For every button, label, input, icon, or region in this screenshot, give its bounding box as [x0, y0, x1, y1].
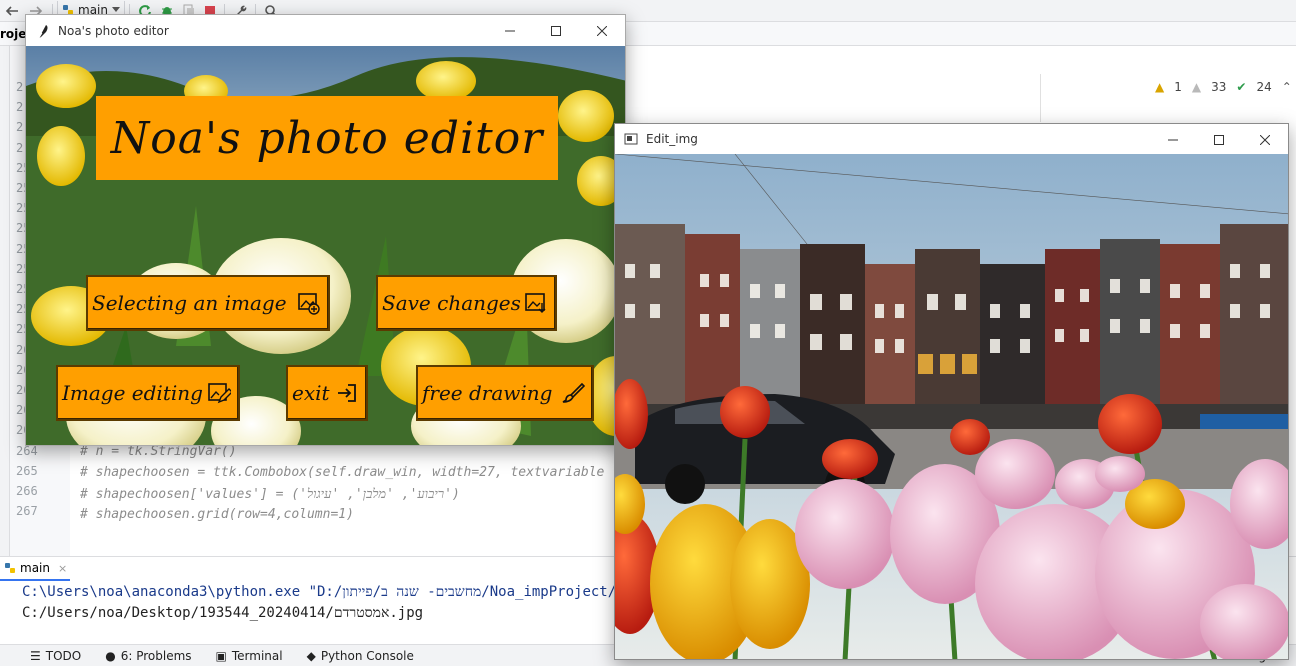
amsterdam-photo — [615, 154, 1288, 659]
window-app-icon — [624, 133, 638, 145]
image-add-icon — [296, 290, 322, 316]
code-line-265: # shapechoosen = ttk.Combobox(self.draw_… — [80, 465, 605, 480]
run-tab[interactable]: main × — [0, 557, 70, 581]
tool-tab-python-console[interactable]: ◆ Python Console — [307, 649, 414, 663]
chevron-up-icon[interactable]: ⌃ — [1282, 80, 1292, 94]
editor-divider — [1040, 74, 1041, 122]
image-edit-icon — [206, 380, 232, 406]
image-editing-button[interactable]: Image editing — [56, 365, 240, 421]
close-button[interactable] — [1242, 124, 1288, 155]
close-icon — [597, 25, 607, 36]
terminal-icon: ▣ — [215, 648, 227, 663]
edit-image-title: Edit_img — [646, 132, 698, 146]
free-drawing-button[interactable]: free drawing — [416, 365, 594, 421]
run-output-line: C:/Users/noa/Desktop/193544_20240414/אמס… — [22, 605, 424, 621]
photo-editor-title: Noa's photo editor — [58, 23, 169, 38]
login-arrow-icon — [334, 380, 360, 406]
maximize-button[interactable] — [1196, 124, 1242, 155]
photo-editor-window: Noa's photo editor Noa's photo editor Se… — [25, 14, 626, 446]
warning-icon: ▲ — [1155, 80, 1165, 94]
inspection-widget[interactable]: ▲ 1 ▲ 33 ✔ 24 ⌃ ⌄ — [1155, 80, 1296, 94]
minimize-button[interactable] — [1150, 124, 1196, 155]
code-line-264: # n = tk.StringVar() — [80, 444, 237, 459]
line-number: 2 — [16, 140, 24, 155]
feather-icon — [38, 24, 48, 38]
select-image-button[interactable]: Selecting an image — [86, 275, 330, 331]
brush-icon — [560, 380, 586, 406]
python-icon — [5, 563, 15, 573]
tool-tab-python-console-label: Python Console — [320, 648, 414, 663]
python-console-icon: ◆ — [306, 648, 316, 663]
tool-tab-problems[interactable]: ● 6: Problems — [105, 649, 191, 663]
image-editing-label: Image editing — [62, 381, 203, 405]
edit-image-titlebar[interactable]: Edit_img — [615, 124, 1288, 154]
close-button[interactable] — [579, 15, 625, 46]
typo-icon: ✔ — [1236, 80, 1247, 94]
image-download-icon — [523, 290, 549, 316]
maximize-icon — [1214, 134, 1224, 145]
minimize-icon — [505, 30, 515, 31]
tool-tab-todo-label: TODO — [45, 648, 82, 663]
tool-tab-terminal-label: Terminal — [231, 648, 283, 663]
exit-button[interactable]: exit — [286, 365, 368, 421]
typo-count: 24 — [1256, 80, 1272, 94]
line-number: 267 — [16, 504, 38, 519]
tool-tab-todo[interactable]: ☰ TODO — [30, 649, 81, 663]
back-icon[interactable] — [0, 0, 24, 22]
weak-warning-count: 33 — [1211, 80, 1227, 94]
line-number: 2 — [16, 100, 24, 115]
exit-label: exit — [292, 381, 330, 405]
desktop: main roject No 2222252525252525252525262… — [0, 0, 1296, 666]
amsterdam-street-illustration — [615, 154, 1288, 659]
code-line-266: # shapechoosen['values'] = ('ריבוע', 'מל… — [80, 487, 460, 502]
tool-tab-terminal[interactable]: ▣ Terminal — [216, 649, 283, 663]
free-drawing-label: free drawing — [422, 381, 553, 405]
minimize-button[interactable] — [487, 15, 533, 46]
line-number: 2 — [16, 120, 24, 135]
maximize-icon — [551, 25, 561, 36]
app-banner: Noa's photo editor — [96, 96, 558, 180]
line-number: 266 — [16, 484, 38, 498]
code-line-267: # shapechoosen.grid(row=4,column=1) — [80, 507, 354, 522]
save-changes-label: Save changes — [382, 291, 521, 315]
left-tool-strip — [0, 46, 10, 556]
edit-image-window: Edit_img — [614, 123, 1289, 660]
close-icon[interactable]: × — [58, 562, 67, 575]
info-icon: ● — [105, 648, 116, 663]
run-output-command: C:\Users\noa\anaconda3\python.exe "D:/מח… — [22, 584, 617, 600]
select-image-label: Selecting an image — [92, 291, 287, 315]
warning-count: 1 — [1174, 80, 1182, 94]
maximize-button[interactable] — [533, 15, 579, 46]
run-tab-label: main — [20, 561, 50, 575]
tulip-background-image: Noa's photo editor Selecting an image Sa… — [26, 46, 625, 445]
list-icon: ☰ — [30, 648, 41, 663]
tool-tab-problems-label: 6: Problems — [120, 648, 192, 663]
chevron-down-icon — [111, 7, 120, 12]
minimize-icon — [1168, 139, 1178, 140]
weak-warning-icon: ▲ — [1191, 80, 1202, 94]
line-number: 2 — [16, 80, 24, 94]
save-changes-button[interactable]: Save changes — [376, 275, 557, 331]
close-icon — [1260, 134, 1270, 145]
photo-editor-titlebar[interactable]: Noa's photo editor — [26, 15, 625, 46]
line-number: 265 — [16, 463, 38, 478]
